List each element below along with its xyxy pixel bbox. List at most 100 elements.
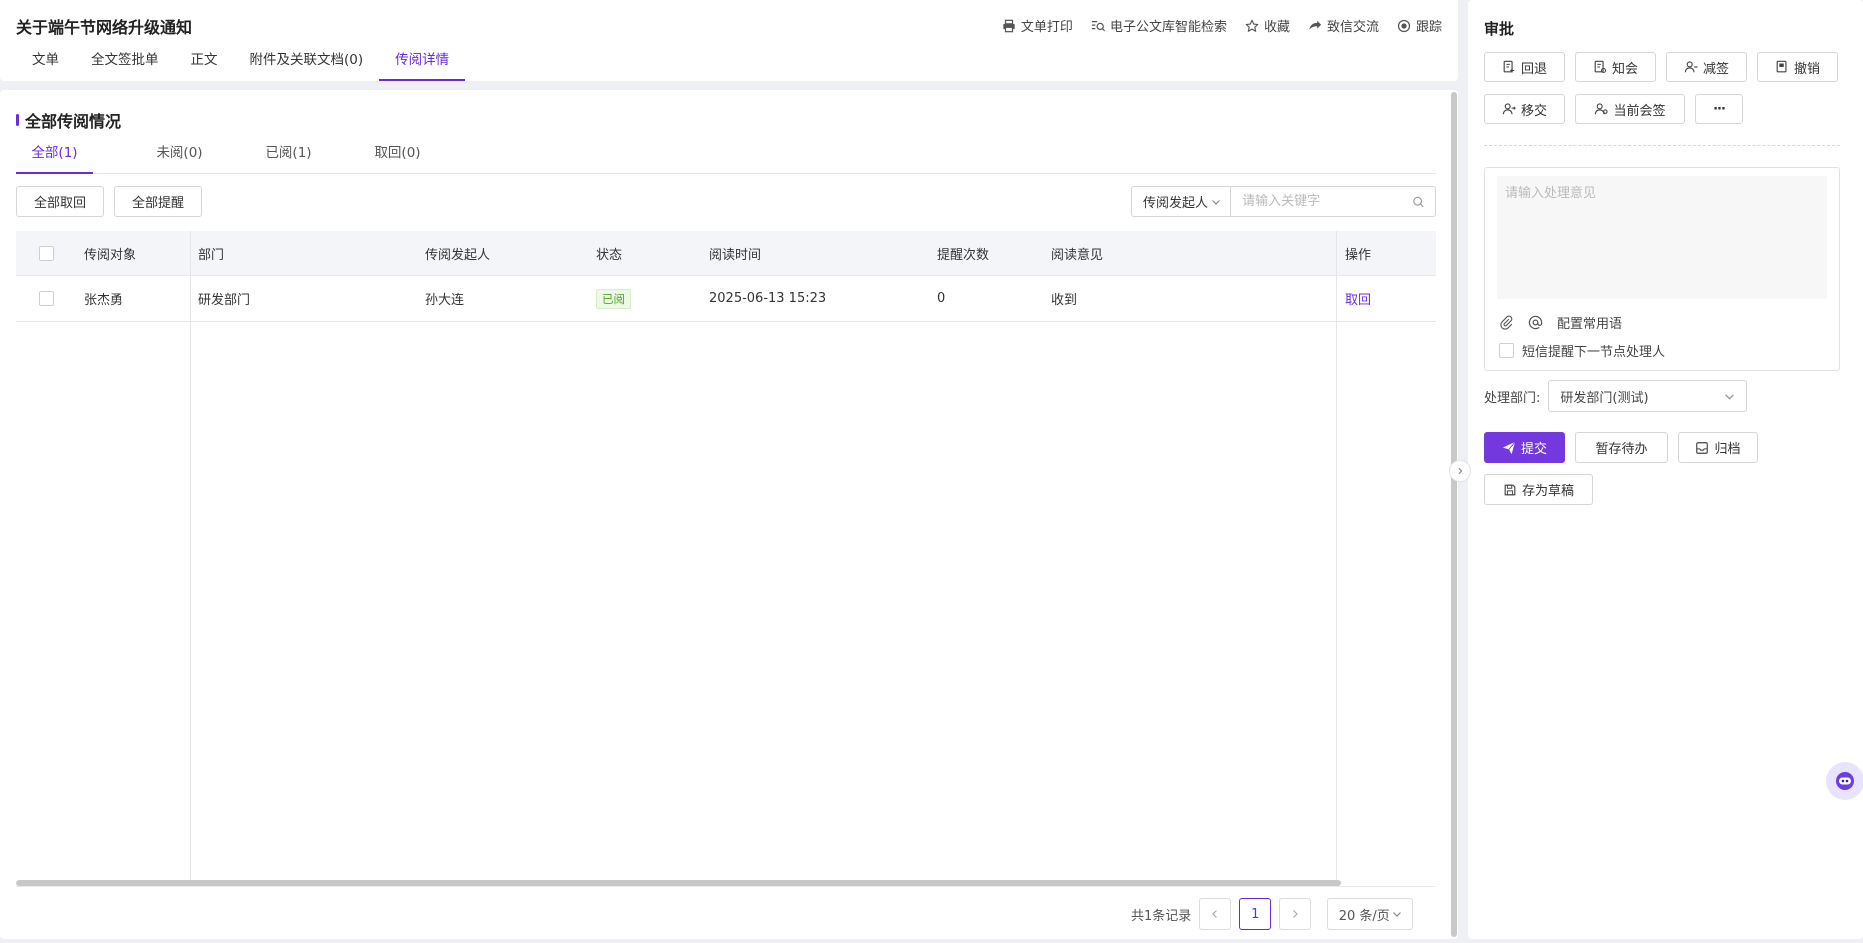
col-opinion: 阅读意见: [1051, 247, 1104, 263]
at-icon[interactable]: [1528, 315, 1543, 330]
tab-all[interactable]: 全部(1): [16, 142, 93, 174]
cell-remind-count: 0: [937, 291, 946, 306]
collapse-panel-button[interactable]: [1449, 460, 1471, 482]
tab-read[interactable]: 已阅(1): [234, 142, 343, 173]
chevron-right-icon: [1458, 467, 1463, 475]
assistant-float-button[interactable]: [1826, 762, 1863, 800]
handling-dept-select[interactable]: 研发部门(测试): [1548, 380, 1748, 412]
page-size-select[interactable]: 20 条/页: [1327, 898, 1414, 930]
transfer-button[interactable]: 移交: [1484, 94, 1565, 124]
tab-body[interactable]: 正文: [175, 50, 234, 81]
chevron-down-icon: [1392, 912, 1401, 917]
chevron-left-icon: [1212, 910, 1218, 918]
star-icon: [1245, 19, 1259, 32]
remove-signer-button[interactable]: 减签: [1666, 52, 1747, 82]
cell-dept: 研发部门: [198, 293, 251, 308]
sms-remind-row: 短信提醒下一节点处理人: [1499, 341, 1665, 360]
tab-form[interactable]: 文单: [16, 50, 75, 81]
more-button[interactable]: ···: [1695, 94, 1743, 124]
submit-button[interactable]: 提交: [1484, 432, 1565, 463]
paperclip-icon[interactable]: [1499, 315, 1514, 330]
remove-signer-icon: [1684, 61, 1698, 73]
opinion-box: 配置常用语 短信提醒下一节点处理人: [1484, 167, 1840, 371]
cell-read-time: 2025-06-13 15:23: [709, 291, 827, 306]
col-remind-count: 提醒次数: [937, 247, 990, 263]
prev-page-button[interactable]: [1199, 898, 1232, 930]
message-button[interactable]: 致信交流: [1308, 16, 1379, 35]
notify-label: 知会: [1611, 61, 1638, 77]
cell-target: 张杰勇: [84, 293, 124, 308]
approval-divider: [1484, 145, 1840, 146]
current-countersign-label: 当前会签: [1613, 103, 1666, 119]
tab-full-sign-form[interactable]: 全文签批单: [75, 50, 175, 81]
remind-all-button[interactable]: 全部提醒: [114, 186, 202, 217]
tab-circulation-details[interactable]: 传阅详情: [379, 50, 466, 81]
table-header: 传阅对象 部门 传阅发起人 状态 阅读时间 提醒次数 阅读意见 操作: [16, 231, 1436, 276]
revoke-label: 撤销: [1793, 61, 1820, 77]
archive-icon: [1696, 441, 1709, 454]
recall-all-button[interactable]: 全部取回: [16, 186, 104, 217]
vertical-scrollbar[interactable]: [1451, 92, 1457, 937]
save-pending-button[interactable]: 暂存待办: [1575, 432, 1668, 463]
notify-button[interactable]: 知会: [1575, 52, 1656, 82]
search-input[interactable]: [1231, 187, 1413, 216]
more-icon: ···: [1713, 101, 1726, 117]
page-title: 关于端午节网络升级通知: [16, 18, 193, 37]
send-icon: [1502, 441, 1516, 454]
pager-total: 共1条记录: [1131, 908, 1192, 924]
search-list-icon: [1091, 20, 1105, 31]
handling-dept-row: 处理部门: 研发部门(测试): [1484, 380, 1748, 412]
current-countersign-button[interactable]: 当前会签: [1575, 94, 1685, 124]
next-page-button[interactable]: [1279, 898, 1312, 930]
target-icon: [1397, 19, 1411, 32]
smart-search-button[interactable]: 电子公文库智能检索: [1091, 16, 1227, 35]
track-button[interactable]: 跟踪: [1397, 16, 1442, 35]
handling-dept-value: 研发部门(测试): [1560, 390, 1649, 406]
track-label: 跟踪: [1415, 20, 1442, 35]
config-phrases-link[interactable]: 配置常用语: [1557, 313, 1622, 332]
robot-icon: [1836, 772, 1854, 790]
cell-action: 取回: [1345, 276, 1371, 321]
search-icon[interactable]: [1412, 195, 1425, 209]
print-label: 文单打印: [1020, 20, 1073, 35]
opinion-textarea[interactable]: [1497, 176, 1827, 299]
search-field-select[interactable]: 传阅发起人: [1132, 187, 1232, 216]
revoke-icon: [1776, 60, 1787, 73]
approval-title: 审批: [1484, 20, 1515, 38]
header-actions: 文单打印 电子公文库智能检索 收藏 致信交流 跟踪: [1002, 16, 1442, 35]
recall-link[interactable]: 取回: [1345, 289, 1371, 308]
archive-label: 归档: [1714, 442, 1741, 457]
circulation-table: 传阅对象 部门 传阅发起人 状态 阅读时间 提醒次数 阅读意见 操作 张杰勇 研…: [16, 231, 1436, 881]
col-initiator: 传阅发起人: [425, 247, 491, 263]
table-row: 张杰勇 研发部门 孙大连 已阅 2025-06-13 15:23 0 收到 取回: [16, 276, 1436, 322]
favorite-label: 收藏: [1263, 20, 1290, 35]
notify-icon: [1594, 60, 1607, 74]
status-badge: 已阅: [596, 288, 631, 309]
remove-signer-label: 减签: [1702, 61, 1729, 77]
tab-unread[interactable]: 未阅(0): [125, 142, 234, 173]
cell-status: 已阅: [596, 276, 631, 321]
archive-button[interactable]: 归档: [1678, 432, 1758, 463]
document-header: 关于端午节网络升级通知 文单打印 电子公文库智能检索 收藏 致信交流 跟踪 文单…: [0, 0, 1458, 81]
favorite-button[interactable]: 收藏: [1245, 16, 1290, 35]
rollback-icon: [1503, 60, 1515, 73]
revoke-button[interactable]: 撤销: [1757, 52, 1838, 82]
circulation-panel: 全部传阅情况 全部(1) 未阅(0) 已阅(1) 取回(0) 全部取回 全部提醒…: [0, 90, 1458, 939]
countersign-icon: [1595, 103, 1609, 115]
tab-recalled[interactable]: 取回(0): [343, 142, 452, 173]
col-status: 状态: [596, 247, 623, 263]
approval-panel: 审批 回退 知会 减签 撤销 移交 当前会签 ··· 配置常用语 短信提醒下: [1468, 0, 1863, 939]
row-checkbox[interactable]: [39, 291, 54, 306]
save-draft-button[interactable]: 存为草稿: [1484, 474, 1593, 505]
cell-opinion: 收到: [1051, 293, 1078, 308]
select-all-checkbox[interactable]: [39, 245, 54, 261]
col-dept: 部门: [198, 247, 225, 263]
handling-dept-label: 处理部门:: [1484, 390, 1541, 406]
sms-remind-checkbox[interactable]: [1499, 343, 1514, 358]
rollback-button[interactable]: 回退: [1484, 52, 1565, 82]
page-number-button[interactable]: 1: [1239, 898, 1272, 930]
select-all-cell: [39, 231, 54, 275]
tab-attachments[interactable]: 附件及关联文档(0): [234, 50, 380, 81]
cell-initiator: 孙大连: [425, 293, 465, 308]
print-button[interactable]: 文单打印: [1002, 16, 1073, 35]
